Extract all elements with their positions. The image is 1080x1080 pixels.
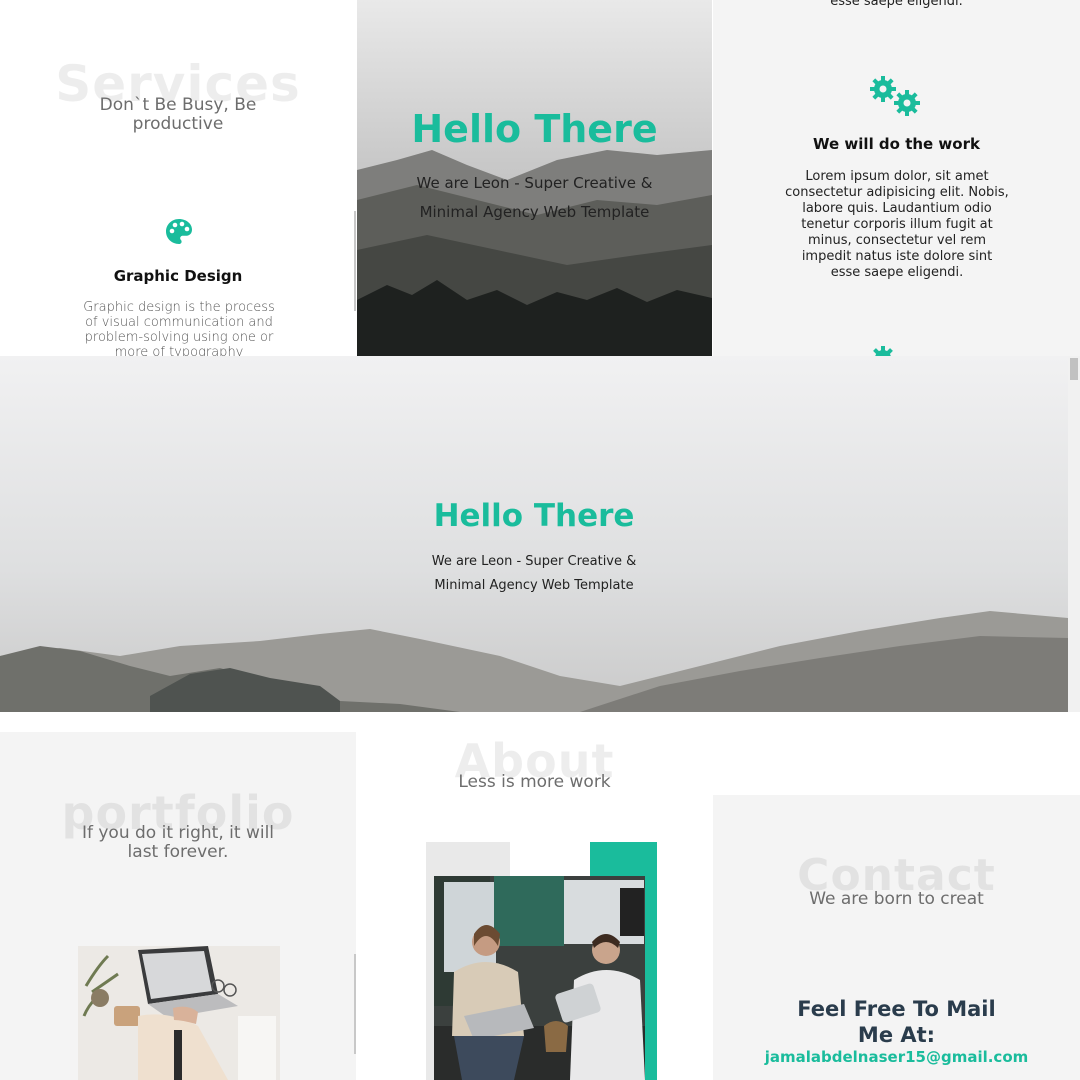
vertical-scrollbar[interactable]: [1068, 356, 1080, 712]
feature-title: We will do the work: [813, 135, 980, 153]
contact-email-link[interactable]: jamalabdelnaser15@gmail.com: [713, 1048, 1080, 1066]
feature-description: Lorem ipsum dolor, sit amet consectetur …: [785, 169, 1009, 280]
gear-icon: [873, 346, 893, 356]
feature-description-cut: esse saepe eligendi.: [830, 0, 963, 9]
scrollbar[interactable]: [354, 211, 356, 311]
about-team-photo: [434, 876, 645, 1080]
palette-icon: [166, 219, 192, 244]
scrollbar-thumb[interactable]: [1070, 358, 1078, 380]
hero-title: Hello There: [411, 107, 658, 151]
service-title: Graphic Design: [113, 267, 243, 285]
team-meeting-photo: [434, 876, 645, 1080]
portfolio-section: portfolio If you do it right, it will la…: [0, 732, 356, 1080]
contact-section: Contact We are born to creat Feel Free T…: [713, 795, 1080, 1080]
service-description: Graphic design is the process of visual …: [83, 300, 275, 356]
contact-heading: Feel Free To Mail Me At:: [797, 997, 996, 1047]
laptop-workspace-photo: [78, 946, 280, 1080]
hero-section-small: Hello There We are Leon - Super Creative…: [357, 0, 712, 356]
hero-title: Hello There: [433, 498, 635, 534]
about-subtitle: Less is more work: [458, 772, 611, 792]
hero-tagline-line2: Minimal Agency Web Template: [419, 203, 650, 221]
services-subtitle: Don`t Be Busy, Be productive: [99, 95, 257, 134]
about-section: About Less is more work: [356, 712, 713, 1080]
portfolio-subtitle: If you do it right, it will last forever…: [81, 823, 275, 862]
hero-tagline-line1: We are Leon - Super Creative &: [416, 174, 653, 192]
hero-tagline-line2: Minimal Agency Web Template: [434, 578, 634, 593]
gears-icon: [870, 76, 920, 116]
mountain-background-image: [0, 356, 1068, 712]
portfolio-image[interactable]: [78, 946, 280, 1080]
features-section: esse saepe eligendi. We will do the work…: [713, 0, 1080, 356]
hero-tagline-line1: We are Leon - Super Creative &: [431, 554, 637, 569]
services-section: Services Don`t Be Busy, Be productive Gr…: [0, 3, 356, 356]
hero-section-large: Hello There We are Leon - Super Creative…: [0, 356, 1068, 712]
contact-subtitle: We are born to creat: [809, 889, 984, 909]
